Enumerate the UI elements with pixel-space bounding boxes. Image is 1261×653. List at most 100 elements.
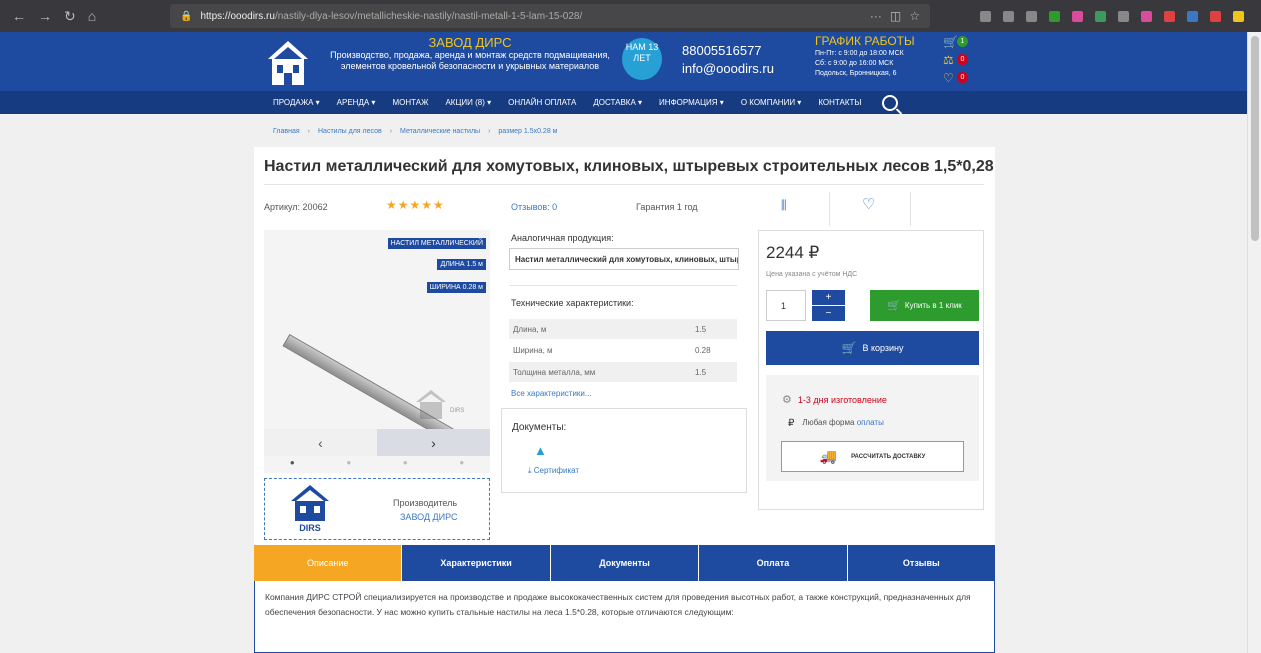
extension-icon[interactable] [1164,10,1175,22]
compare-icon[interactable]: ⚖ 0 [943,53,969,68]
nav-sale[interactable]: ПРОДАЖА ▾ [273,98,320,107]
gallery-prev-button[interactable]: ‹ [264,429,377,456]
description-text: Компания ДИРС СТРОЙ специализируется на … [265,592,971,617]
all-specs-link[interactable]: Все характеристики... [511,389,592,398]
rating-stars[interactable]: ★★★★★ [386,198,445,212]
gallery-next-button[interactable]: › [377,429,490,456]
reload-icon[interactable]: ↻ [64,8,76,25]
nav-contacts[interactable]: КОНТАКТЫ [818,98,861,107]
decrement-button[interactable]: − [812,306,845,321]
page-scrollbar[interactable] [1247,32,1261,653]
nav-about[interactable]: О КОМПАНИИ ▾ [741,98,802,107]
manufacturer-link[interactable]: ЗАВОД ДИРС [400,512,458,522]
product-tabs: Описание Характеристики Документы Оплата… [254,545,995,581]
page-actions-icon[interactable]: ··· [870,9,882,23]
years-badge: НАМ 13 ЛЕТ [622,38,662,80]
extension-icon[interactable] [1118,10,1129,22]
compare-icon[interactable]: ⫼ [781,198,787,213]
product-sku: Артикул: 20062 [264,202,328,212]
certificate-link-text: Сертификат [533,466,580,475]
spec-value: 1.5 [695,367,707,377]
gallery-dot[interactable]: ● [459,458,464,467]
scrollbar-thumb[interactable] [1251,36,1259,241]
breadcrumb-item[interactable]: размер 1.5х0.28 м [498,128,557,135]
spec-value: 0.28 [695,345,711,355]
gallery-dot[interactable]: ● [403,458,408,467]
nav-online-payment[interactable]: ОНЛАЙН ОПЛАТА [508,98,576,107]
divider [829,192,830,226]
cart-icon[interactable]: 🛒 1 [943,35,969,50]
tab-documents[interactable]: Документы [551,545,700,581]
breadcrumb-separator: › [488,128,491,135]
favorites-icon[interactable]: ♡ 0 [943,71,969,86]
gallery-dot[interactable]: ● [346,458,351,467]
phone-link[interactable]: 88005516577 [682,42,774,60]
cart-icon: 🛒 [841,341,857,355]
extension-icon[interactable] [1210,10,1221,22]
breadcrumb-item[interactable]: Настилы для лесов [318,128,382,135]
nav-delivery[interactable]: ДОСТАВКА ▾ [593,98,642,107]
nav-information[interactable]: ИНФОРМАЦИЯ ▾ [659,98,724,107]
home-icon[interactable]: ⌂ [88,8,96,25]
email-link[interactable]: info@ooodirs.ru [682,60,774,78]
gallery-nav: ‹ › [264,429,490,456]
schedule-address: Подольск, Бронницкая, 6 [815,70,897,77]
add-to-cart-label: В корзину [862,343,904,353]
pocket-icon[interactable]: ◫ [890,9,901,23]
nav-installation[interactable]: МОНТАЖ [392,98,428,107]
search-icon[interactable] [882,94,899,111]
calculate-delivery-label: РАССЧИТАТЬ ДОСТАВКУ [851,453,926,460]
back-icon[interactable]: ← [12,8,26,25]
nav-promotions[interactable]: АКЦИИ (8) ▾ [445,98,491,107]
tab-payment[interactable]: Оплата [699,545,848,581]
calculate-delivery-button[interactable]: 🚚 РАССЧИТАТЬ ДОСТАВКУ [781,441,964,472]
buy-one-click-button[interactable]: 🛒 Купить в 1 клик [870,290,979,321]
extension-icon[interactable] [1049,10,1060,22]
analog-product-select[interactable]: Настил металлический для хомутовых, клин… [509,248,739,270]
spec-row: Ширина, м 0.28 [509,340,737,360]
bookmark-star-icon[interactable]: ☆ [909,9,920,23]
breadcrumb-item[interactable]: Металлические настилы [400,128,480,135]
divider [910,192,911,226]
forward-icon[interactable]: → [38,8,52,25]
document-file-icon[interactable]: ▲ [534,443,547,458]
tab-reviews[interactable]: Отзывы [848,545,995,581]
tab-specifications[interactable]: Характеристики [402,545,551,581]
company-name[interactable]: ЗАВОД ДИРС [320,35,620,50]
extension-icon[interactable] [1095,10,1106,22]
download-icon[interactable] [980,10,991,22]
main-navigation: ПРОДАЖА ▾ АРЕНДА ▾ МОНТАЖ АКЦИИ (8) ▾ ОН… [0,91,1247,114]
contacts: 88005516577 info@ooodirs.ru [682,42,774,78]
manufacturer-logo-icon[interactable]: DIRS [289,483,331,533]
tab-description[interactable]: Описание [254,545,403,581]
breadcrumb-separator: › [307,128,310,135]
breadcrumb-item[interactable]: Главная [273,128,300,135]
company-logo-icon[interactable] [264,37,312,87]
increment-button[interactable]: + [812,290,845,305]
address-bar[interactable]: 🔒 https://ooodirs.ru/nastily-dlya-lesov/… [170,4,930,28]
library-icon[interactable] [1003,10,1014,22]
breadcrumb-separator: › [389,128,393,135]
extension-icon[interactable] [1187,10,1198,22]
product-price: 2244 ₽ [766,243,820,262]
documents-label: Документы: [512,422,567,433]
compare-count: 0 [957,54,968,65]
url-text: https://ooodirs.ru/nastily-dlya-lesov/me… [200,10,583,22]
page-title: Настил металлический для хомутовых, клин… [264,158,994,175]
manufacturer-box: DIRS Производитель ЗАВОД ДИРС [264,478,490,540]
favorite-icon[interactable]: ♡ [862,195,875,213]
extension-icon[interactable] [1233,10,1244,22]
payment-link[interactable]: оплаты [857,418,884,427]
gallery-dot[interactable]: ● [290,458,295,467]
certificate-link[interactable]: ⤓ Сертификат [528,466,579,476]
sidebar-icon[interactable] [1026,10,1037,22]
nav-rent[interactable]: АРЕНДА ▾ [337,98,376,107]
quantity-input[interactable]: 1 [766,290,806,321]
extension-icon[interactable] [1072,10,1083,22]
add-to-cart-button[interactable]: 🛒 В корзину [766,331,979,365]
payment-info: ₽ Любая форма оплаты [788,418,884,429]
extension-icon[interactable] [1141,10,1152,22]
ruble-icon: ₽ [788,418,795,429]
reviews-link[interactable]: Отзывов: 0 [511,202,557,212]
warranty-label: Гарантия 1 год [636,202,698,212]
